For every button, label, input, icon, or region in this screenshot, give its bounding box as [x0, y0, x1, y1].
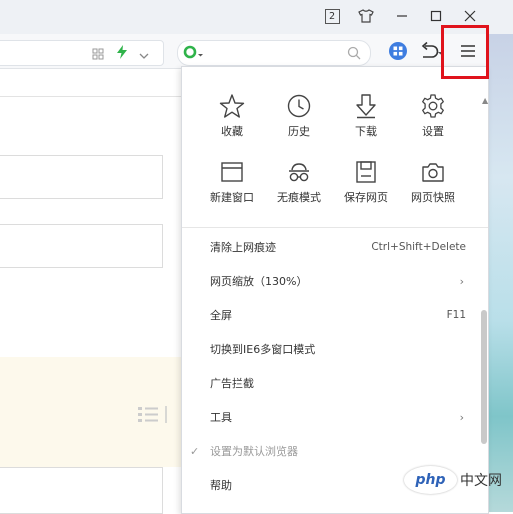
history-button[interactable]: 历史 [266, 93, 332, 139]
menu-item-clear-history[interactable]: 清除上网痕迹 Ctrl+Shift+Delete [182, 230, 482, 264]
watermark-text: 中文网 [460, 473, 502, 489]
settings-button[interactable]: 设置 [400, 93, 466, 139]
scroll-up-icon[interactable]: ▲ [482, 96, 488, 105]
address-bar[interactable] [0, 40, 164, 66]
menu-item-ad-block[interactable]: 广告拦截 [182, 366, 482, 400]
menu-item-label: 全屏 [210, 309, 232, 322]
menu-item-tools[interactable]: 工具 › [182, 400, 482, 434]
incognito-button[interactable]: 无痕模式 [266, 159, 332, 205]
menu-item-label: 工具 [210, 411, 232, 424]
watermark: php 中文网 [404, 465, 502, 495]
input-box[interactable] [0, 467, 163, 514]
toolbar [0, 34, 513, 69]
settings-label: 设置 [422, 125, 444, 138]
snapshot-button[interactable]: 网页快照 [400, 159, 466, 205]
new-window-icon [221, 162, 243, 182]
gear-icon [422, 94, 444, 118]
bolt-icon[interactable] [116, 44, 128, 63]
list-icon [136, 404, 170, 430]
menu-divider [182, 227, 488, 228]
tab-count-badge: 2 [324, 8, 340, 24]
save-icon [356, 161, 376, 183]
divider [0, 96, 181, 97]
search-icon[interactable] [347, 45, 361, 64]
shirt-icon[interactable] [350, 0, 382, 32]
highlight-panel [0, 357, 181, 467]
menu-item-label: 广告拦截 [210, 377, 254, 390]
highlight-box [441, 25, 489, 79]
grid-icon[interactable] [92, 45, 104, 64]
menu-item-label: 帮助 [210, 479, 232, 492]
chevron-down-icon[interactable] [139, 46, 149, 65]
menu-item-label: 网页缩放（130%） [210, 275, 308, 288]
check-icon: ✓ [190, 444, 200, 458]
search-bar[interactable] [177, 40, 371, 66]
snapshot-label: 网页快照 [411, 191, 455, 204]
new-window-button[interactable]: 新建窗口 [199, 159, 265, 205]
menu-item-label: 清除上网痕迹 [210, 241, 276, 254]
chevron-right-icon: › [459, 410, 464, 424]
downloads-label: 下载 [355, 125, 377, 138]
input-box[interactable] [0, 155, 163, 199]
downloads-button[interactable]: 下载 [333, 93, 399, 139]
menu-item-shortcut: F11 [446, 309, 466, 321]
star-icon [219, 94, 245, 118]
menu-item-zoom[interactable]: 网页缩放（130%） › [182, 264, 482, 298]
background-page-strip [488, 34, 513, 512]
history-label: 历史 [288, 125, 310, 138]
main-menu: 收藏 历史 下载 设置 新建窗口 无痕模式 保存网页 网页快照 清除上网痕迹 C… [181, 66, 489, 514]
incognito-label: 无痕模式 [277, 191, 321, 204]
title-bar: 2 [0, 0, 513, 34]
minimize-icon[interactable] [386, 0, 418, 32]
input-box[interactable] [0, 224, 163, 268]
menu-item-label: 切换到IE6多窗口模式 [210, 343, 316, 356]
new-window-label: 新建窗口 [210, 191, 254, 204]
download-icon [356, 94, 376, 119]
favorites-label: 收藏 [221, 125, 243, 138]
chevron-right-icon: › [459, 274, 464, 288]
menu-item-shortcut: Ctrl+Shift+Delete [371, 241, 466, 253]
menu-item-ie6-mode[interactable]: 切换到IE6多窗口模式 [182, 332, 482, 366]
php-logo: php [404, 466, 457, 494]
save-page-label: 保存网页 [344, 191, 388, 204]
menu-scrollbar[interactable] [481, 310, 487, 444]
save-page-button[interactable]: 保存网页 [333, 159, 399, 205]
menu-item-label: 设置为默认浏览器 [210, 445, 298, 458]
incognito-icon [289, 163, 309, 182]
clock-icon [287, 94, 311, 118]
favorites-button[interactable]: 收藏 [199, 93, 265, 139]
camera-icon [422, 163, 444, 182]
menu-item-set-default[interactable]: ✓ 设置为默认浏览器 [182, 434, 482, 468]
search-engine-icon[interactable] [183, 44, 205, 64]
menu-item-fullscreen[interactable]: 全屏 F11 [182, 298, 482, 332]
extension-icon[interactable] [388, 41, 408, 65]
tab-count-button[interactable]: 2 [316, 0, 348, 32]
